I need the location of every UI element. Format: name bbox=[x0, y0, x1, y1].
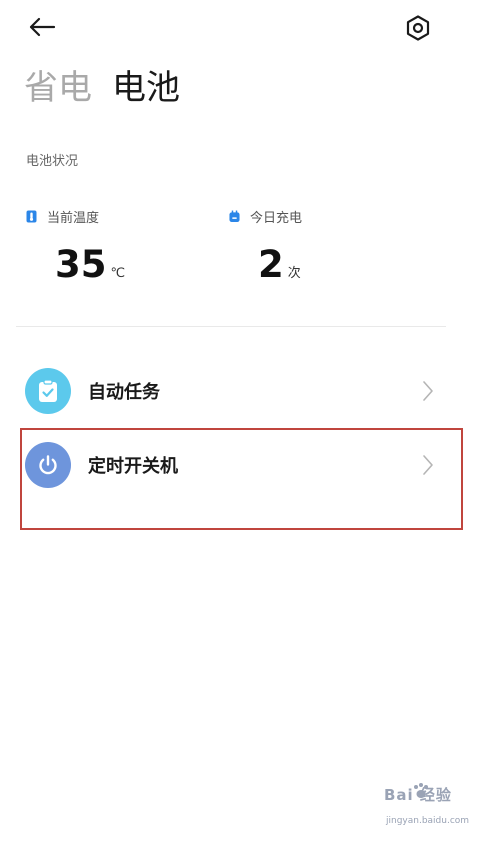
menu-item-auto-tasks[interactable]: 自动任务 bbox=[20, 356, 466, 426]
paw-logo-icon bbox=[414, 783, 428, 798]
settings-button[interactable] bbox=[400, 10, 436, 46]
baidu-watermark: Bai 经验 jingyan.baidu.com bbox=[384, 780, 480, 830]
title-tabs: 省电 电池 bbox=[24, 64, 180, 112]
highlight-frame bbox=[20, 428, 463, 530]
temperature-label: 当前温度 bbox=[47, 210, 100, 226]
thermometer-icon bbox=[26, 210, 37, 223]
temperature-unit: ℃ bbox=[110, 266, 126, 281]
charges-number: 2 bbox=[258, 243, 284, 286]
chevron-right-icon bbox=[423, 381, 433, 401]
charges-unit: 次 bbox=[287, 266, 301, 281]
charges-header: 今日充电 bbox=[229, 206, 302, 226]
watermark-url: jingyan.baidu.com bbox=[386, 816, 470, 826]
charges-value: 2 次 bbox=[258, 240, 301, 290]
tab-battery[interactable]: 电池 bbox=[112, 64, 180, 112]
battery-status-label: 电池状况 bbox=[26, 154, 79, 169]
section-divider bbox=[16, 326, 446, 327]
settings-hexagon-icon bbox=[406, 15, 430, 41]
temperature-header: 当前温度 bbox=[26, 206, 99, 226]
tab-power-saving[interactable]: 省电 bbox=[24, 64, 92, 112]
battery-icon bbox=[229, 210, 240, 223]
clipboard-check-icon bbox=[25, 368, 71, 414]
temperature-number: 35 bbox=[55, 243, 107, 286]
temperature-value: 35 ℃ bbox=[55, 240, 125, 290]
back-button[interactable] bbox=[22, 10, 62, 44]
menu-item-label: 自动任务 bbox=[88, 382, 160, 403]
charges-label: 今日充电 bbox=[250, 210, 303, 226]
back-arrow-icon bbox=[29, 17, 56, 37]
